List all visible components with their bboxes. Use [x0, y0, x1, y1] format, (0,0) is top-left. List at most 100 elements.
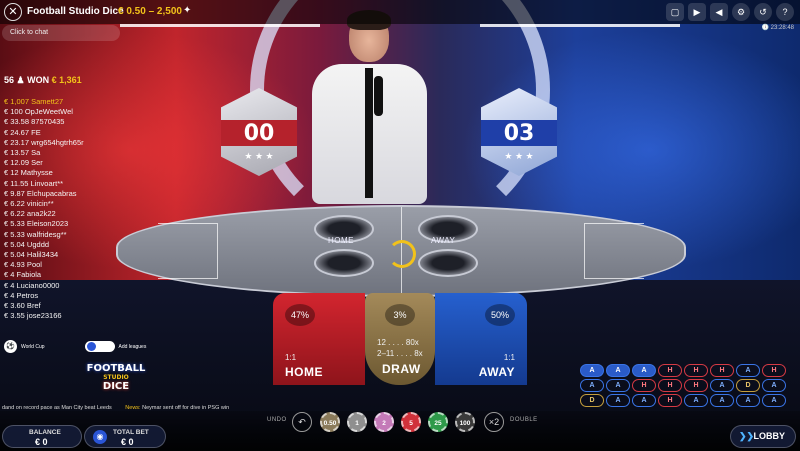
roadmap-cell: A — [710, 394, 734, 407]
home-bet-spot[interactable]: 47% 1:1 HOME — [273, 293, 365, 385]
roadmap-cell: H — [658, 364, 682, 377]
chat-icon[interactable]: ▢ — [666, 3, 684, 21]
football-studio-dice-logo: FOOTBALL STUDIO DICE — [86, 363, 146, 392]
world-cup-icon[interactable]: ⚽ — [4, 340, 17, 353]
chip-0-50[interactable]: 0.50 — [320, 412, 340, 432]
camera-icon[interactable]: ▶ — [688, 3, 706, 21]
undo-label: UNDO — [267, 417, 287, 423]
roadmap-row: A A H H H A D A — [580, 379, 796, 392]
total-bet-value: € 0 — [121, 437, 134, 447]
roadmap-cell: D — [580, 394, 604, 407]
stars-icon: ★ ★ ★ — [504, 151, 534, 161]
lobby-label: LOBBY — [753, 431, 786, 441]
roadmap-row: D A A H A A A A — [580, 394, 796, 407]
balance-display: BALANCE € 0 — [2, 425, 82, 448]
dice-cup — [314, 249, 374, 277]
list-item: € 6.22 ana2k22 — [4, 209, 56, 219]
list-item: € 5.04 Ugddd — [4, 239, 50, 249]
draw-label: DRAW — [382, 362, 421, 376]
list-item: € 1,007 Samett27 — [4, 97, 64, 106]
home-percentage: 47% — [285, 304, 315, 326]
list-item: € 5.04 Halil3434 — [4, 250, 59, 260]
total-bet-label: TOTAL BET — [113, 429, 149, 436]
list-item: € 12.09 Ser — [4, 158, 43, 168]
roadmap-cell: H — [762, 364, 786, 377]
winners-header: 56 ♟ WON € 1,361 — [4, 75, 82, 86]
home-odds: 1:1 — [285, 353, 297, 362]
draw-bet-spot[interactable]: 3% 12 . . . . 80x 2–11 . . . . 8x DRAW — [365, 293, 435, 385]
roadmap-cell: A — [736, 394, 760, 407]
bet-limits[interactable]: € 0.50 – 2,500 — [118, 6, 182, 17]
chip-1[interactable]: 1 — [347, 412, 367, 432]
winners-count: 56 — [4, 75, 15, 85]
double-label: DOUBLE — [510, 417, 538, 423]
balance-value: € 0 — [35, 437, 48, 447]
roadmap-cell: A — [632, 394, 656, 407]
list-item: € 12 Mathysse — [4, 168, 53, 178]
light-strip — [120, 24, 320, 27]
chat-input[interactable]: Click to chat — [2, 25, 120, 41]
home-label: HOME — [285, 365, 323, 379]
roadmap-cell: D — [736, 379, 760, 392]
undo-icon[interactable]: ↶ — [292, 412, 312, 432]
away-label: AWAY — [478, 365, 515, 379]
settings-icon[interactable]: ⚙ — [732, 3, 750, 21]
results-roadmap[interactable]: A A A H H H A H A A H H H A D A D A A H … — [580, 364, 796, 409]
away-bet-spot[interactable]: 50% 1:1 AWAY — [435, 293, 527, 385]
help-icon[interactable]: ? — [776, 3, 794, 21]
pin-icon[interactable]: ✦ — [183, 5, 191, 16]
lobby-button[interactable]: ❯❯ LOBBY — [730, 425, 796, 448]
list-item: € 3.55 jose23166 — [4, 311, 62, 321]
table-away-label: AWAY — [431, 236, 456, 245]
chip-25[interactable]: 25 — [428, 412, 448, 432]
roadmap-cell: A — [762, 379, 786, 392]
draw-percentage: 3% — [385, 304, 415, 326]
roadmap-cell: H — [658, 394, 682, 407]
away-score: 03 — [481, 120, 557, 146]
away-percentage: 50% — [485, 304, 515, 326]
chip-100[interactable]: 100 — [455, 412, 475, 432]
close-icon[interactable]: ✕ — [4, 3, 22, 21]
roadmap-cell: H — [658, 379, 682, 392]
winners-list: € 1,007 Samett27 € 100 OpJeWeetWel € 33.… — [4, 97, 114, 321]
roadmap-cell: A — [580, 379, 604, 392]
roadmap-cell: A — [606, 394, 630, 407]
list-item: € 13.57 Sa — [4, 148, 41, 158]
person-icon: ♟ — [16, 75, 28, 85]
table-home-label: HOME — [328, 236, 354, 245]
roadmap-cell: A — [580, 364, 604, 377]
won-label: WON — [27, 75, 50, 85]
home-score: 00 — [221, 120, 297, 146]
light-strip — [480, 24, 680, 27]
list-item: € 23.17 wrg654hgtrh65r — [4, 137, 84, 147]
league-row: ⚽ World Cup Add leagues — [4, 340, 146, 353]
league-toggle[interactable] — [84, 341, 115, 352]
stars-icon: ★ ★ ★ — [244, 151, 274, 161]
double-icon[interactable]: ×2 — [484, 412, 504, 432]
clock: 🕔 23:28:48 — [761, 25, 795, 31]
top-icons: ▢ ▶ ◀ ⚙ ↺ ? — [666, 3, 794, 21]
roadmap-cell: A — [736, 364, 760, 377]
roadmap-cell: H — [710, 364, 734, 377]
list-item: € 100 OpJeWeetWel — [4, 107, 73, 117]
dice-cup — [418, 249, 478, 277]
volume-icon[interactable]: ◀ — [710, 3, 728, 21]
list-item: € 6.22 vinicin** — [4, 199, 54, 209]
game-title: Football Studio Dice — [27, 6, 124, 17]
won-amount: € 1,361 — [51, 75, 82, 85]
microphone — [374, 76, 383, 116]
balance-label: BALANCE — [29, 429, 61, 436]
list-item: € 11.55 Linvoart** — [4, 178, 64, 188]
chip-5[interactable]: 5 — [401, 412, 421, 432]
roadmap-cell: A — [762, 394, 786, 407]
roadmap-cell: H — [632, 379, 656, 392]
add-leagues-label[interactable]: Add leagues — [119, 344, 147, 350]
draw-odds-12: 12 . . . . 80x — [377, 338, 419, 347]
chip-stack-icon: ◉ — [93, 430, 107, 444]
roadmap-cell: A — [606, 364, 630, 377]
draw-odds-2-11: 2–11 . . . . 8x — [377, 349, 423, 358]
chip-2[interactable]: 2 — [374, 412, 394, 432]
roadmap-cell: A — [606, 379, 630, 392]
history-icon[interactable]: ↺ — [754, 3, 772, 21]
list-item: € 4 Luciano0000 — [4, 280, 60, 290]
